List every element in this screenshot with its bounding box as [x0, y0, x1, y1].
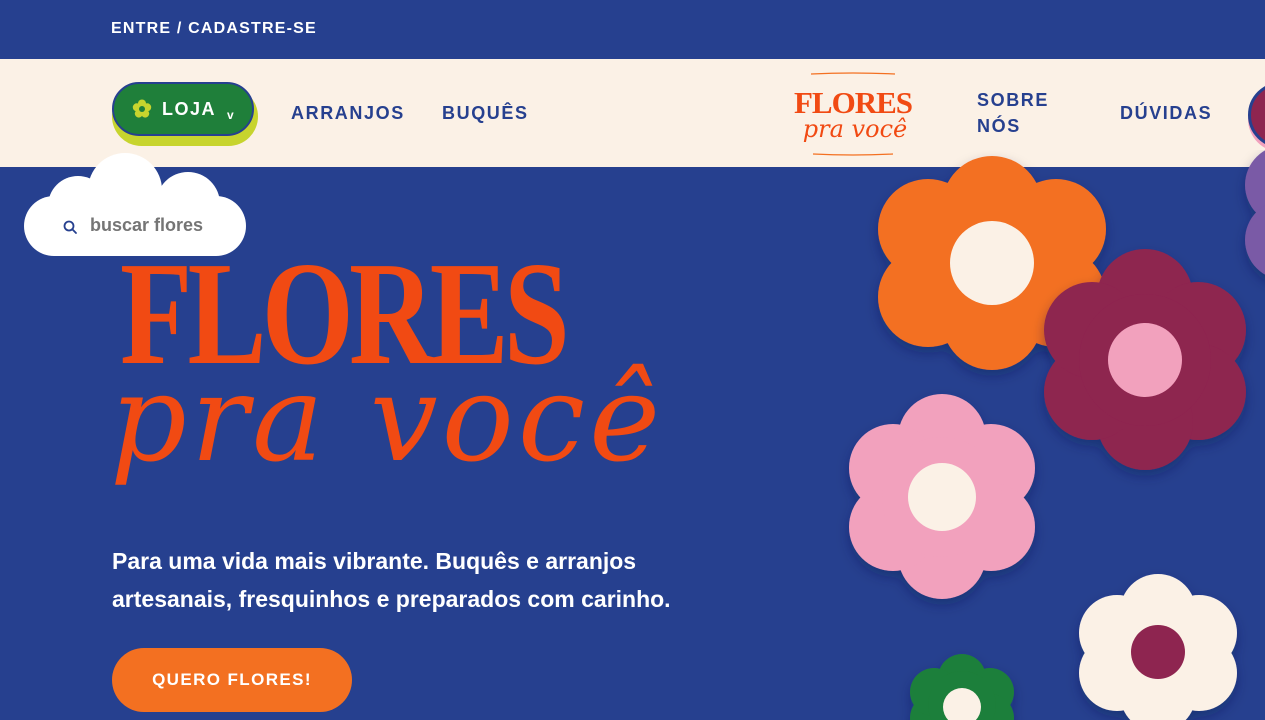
nav-link-nos[interactable]: NÓS: [977, 113, 1021, 139]
nav-link-sobre[interactable]: SOBRE: [977, 87, 1049, 113]
decorative-flowers: [849, 150, 1265, 720]
hero-description-line-1: Para uma vida mais vibrante. Buquês e ar…: [112, 548, 637, 574]
flower-icon: [132, 99, 152, 118]
shop-label: LOJA: [162, 98, 217, 119]
hero-script-title: pra você: [110, 350, 665, 489]
nav-link-buques[interactable]: BUQUÊS: [442, 100, 529, 126]
search-icon[interactable]: [62, 219, 78, 235]
hero-description: Para uma vida mais vibrante. Buquês e ar…: [112, 542, 732, 618]
cta-button[interactable]: QUERO FLORES!: [112, 648, 352, 712]
nav-link-arranjos[interactable]: ARRANJOS: [291, 100, 405, 126]
brand-logo[interactable]: FLORES pra você: [783, 70, 923, 158]
flower-purple: [1245, 150, 1265, 275]
chevron-down-icon: v: [227, 108, 236, 122]
nav-link-duvidas[interactable]: DÚVIDAS: [1120, 100, 1212, 126]
hero-description-line-2: artesanais, fresquinhos e preparados com…: [112, 586, 671, 612]
top-bar: ENTRE / CADASTRE-SE: [0, 0, 1265, 59]
login-signup-link[interactable]: ENTRE / CADASTRE-SE: [111, 20, 317, 38]
logo-script: pra você: [803, 115, 907, 143]
shop-menu-button[interactable]: LOJA v: [112, 82, 254, 136]
